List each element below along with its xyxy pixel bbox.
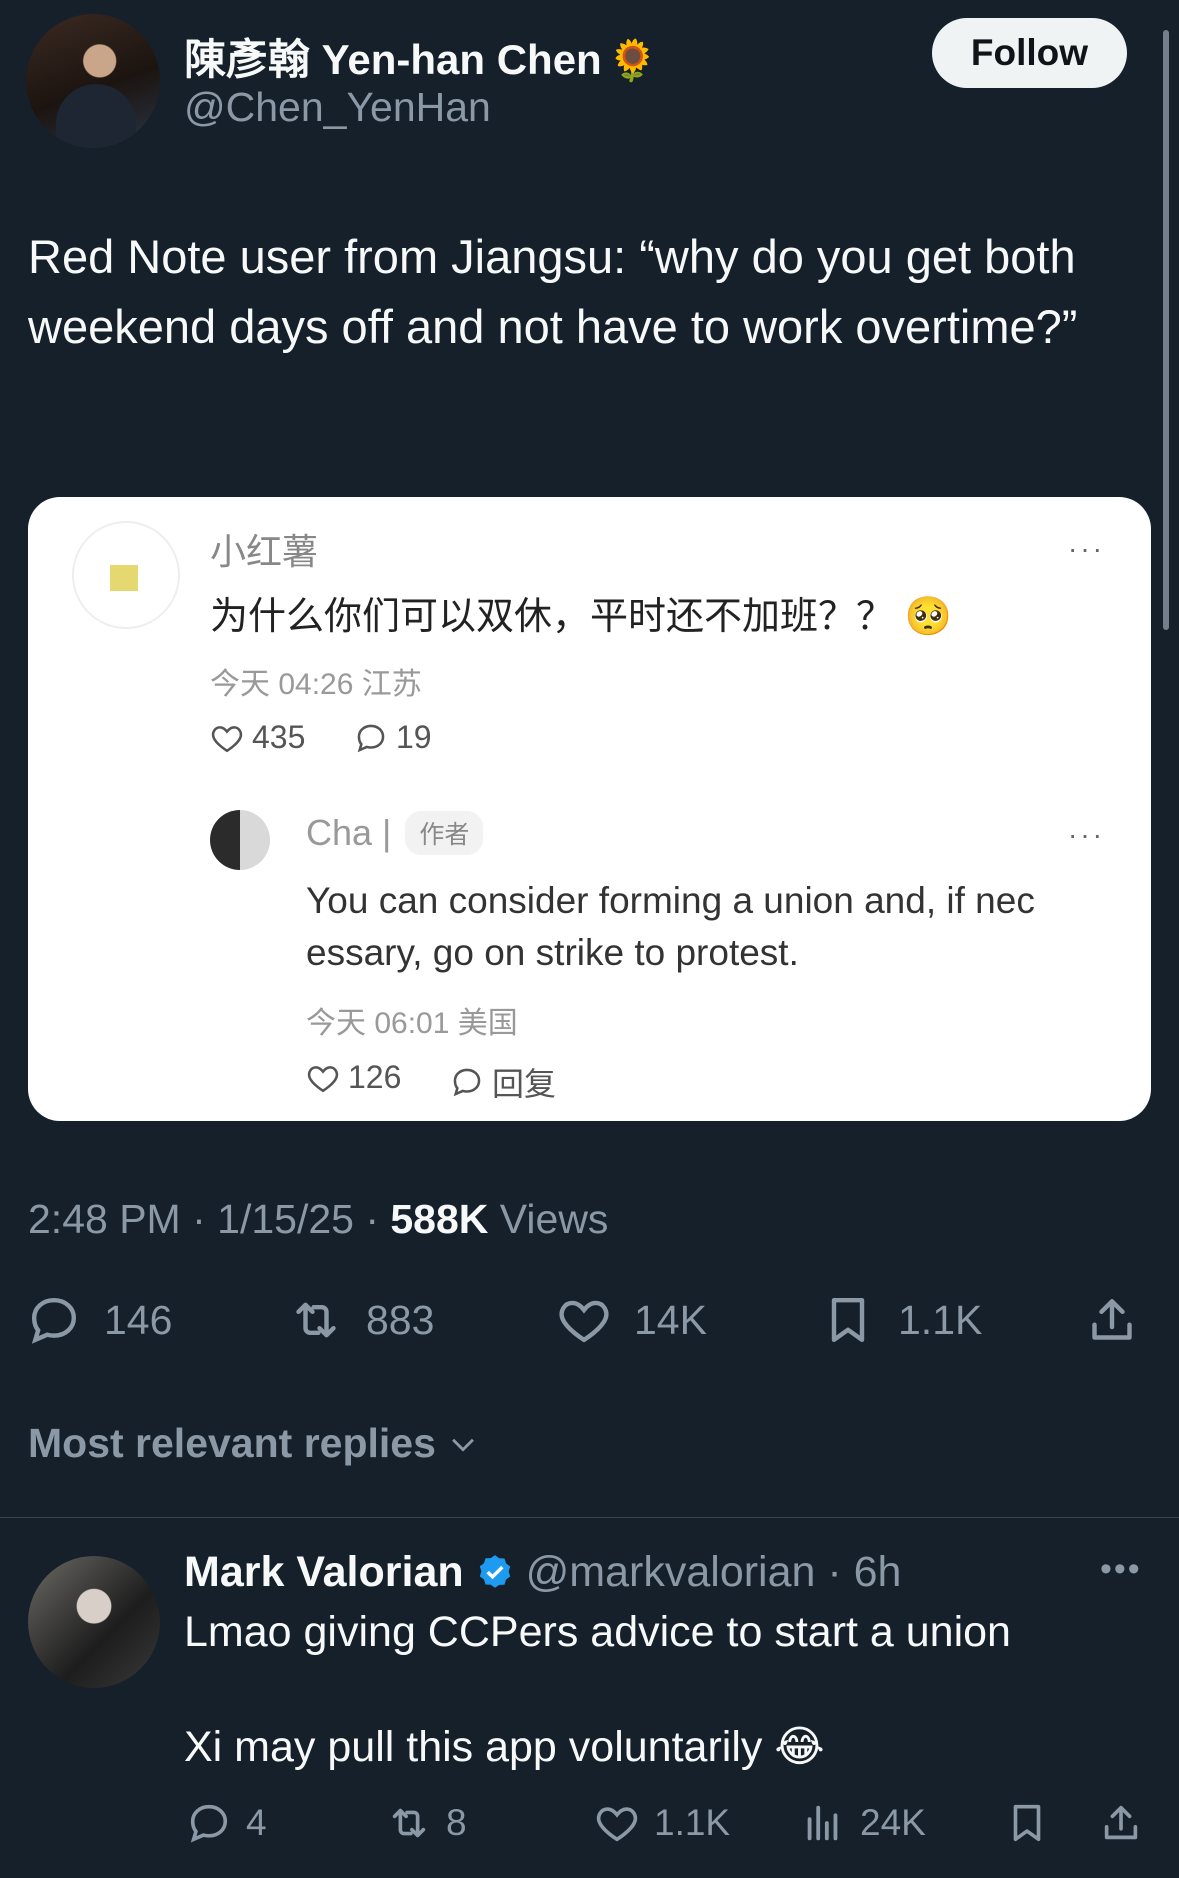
comment-meta: 今天 04:26 江苏 (210, 668, 422, 701)
views-count: 588K (390, 1196, 489, 1242)
comment-icon (357, 724, 385, 752)
heart-icon (211, 725, 243, 752)
pleading-emoji: 🥺 (904, 596, 952, 638)
verified-badge-icon (479, 1554, 510, 1588)
repost-icon (392, 1808, 426, 1838)
author-reply-like: 126 (306, 1059, 401, 1096)
reply-button[interactable]: 146 (26, 1292, 172, 1348)
repost-button[interactable]: 883 (288, 1292, 434, 1348)
follow-button[interactable]: Follow (932, 18, 1127, 88)
reply-avatar[interactable] (28, 1556, 160, 1688)
comment-icon (31, 1297, 77, 1344)
author-reply-meta: 今天 06:01 美国 (306, 1007, 518, 1040)
replies-sort-dropdown[interactable]: Most relevant replies (28, 1420, 480, 1467)
share-button[interactable] (1084, 1292, 1140, 1348)
like-button[interactable]: 14K (556, 1292, 707, 1348)
tweet-text: Red Note user from Jiangsu: “why do you … (28, 230, 1078, 353)
commenter-avatar (72, 521, 180, 629)
author-handle[interactable]: @Chen_YenHan (184, 84, 491, 131)
reply-views-button[interactable]: 24K (800, 1800, 926, 1846)
divider (0, 1517, 1179, 1518)
author-tag: 作者 (405, 811, 484, 855)
reply-handle-time: @markvalorian · 6h (525, 1548, 902, 1596)
share-icon (1104, 1805, 1138, 1840)
author-name[interactable]: 陳彥翰 Yen-han Chen 🌻 (184, 26, 658, 87)
author-reply-reply: 回复 (450, 1059, 556, 1105)
repost-icon (296, 1302, 336, 1338)
comment-text: 为什么你们可以双休，平时还不加班？？ 🥺 (210, 596, 952, 638)
author-avatar[interactable] (26, 14, 160, 148)
author-reply-text: You can consider forming a union and, if… (306, 880, 1035, 973)
heart-icon (307, 1065, 339, 1092)
heart-icon (596, 1807, 638, 1842)
tweet-meta: 2:48 PM · 1/15/25 · 588K Views (28, 1196, 609, 1242)
reply-reply-button[interactable]: 4 (186, 1800, 267, 1846)
heart-icon (559, 1300, 609, 1343)
reply-text-line2: Xi may pull this app voluntarily 😂 (184, 1723, 825, 1771)
more-icon: ··· (1068, 819, 1105, 850)
reply-like-button[interactable]: 1.1K (594, 1800, 730, 1846)
reply-repost-button[interactable]: 8 (386, 1800, 467, 1846)
comment-replies: 19 (354, 719, 432, 756)
more-icon: ··· (1068, 533, 1105, 564)
reply-share-button[interactable] (1098, 1800, 1144, 1846)
bookmark-icon (1013, 1804, 1041, 1842)
analytics-icon (807, 1805, 838, 1841)
tweet-time[interactable]: 2:48 PM (28, 1196, 181, 1242)
bookmark-icon (831, 1297, 865, 1343)
author-reply-name: Cha | 作者 (306, 811, 484, 855)
chevron-down-icon (451, 1438, 474, 1452)
more-icon[interactable]: ••• (1100, 1550, 1142, 1589)
comment-icon (190, 1804, 228, 1843)
reply-author[interactable]: Mark Valorian @markvalorian · 6h (184, 1548, 901, 1597)
views-label: Views (499, 1196, 609, 1242)
tweet-date[interactable]: 1/15/25 (217, 1196, 354, 1242)
sunflower-emoji: 🌻 (607, 39, 658, 83)
commenter-name: 小红薯 (210, 531, 319, 572)
comment-icon (453, 1068, 481, 1097)
tweet-image[interactable]: 小红薯 ··· 为什么你们可以双休，平时还不加班？？ 🥺 今天 04:26 江苏… (28, 497, 1151, 1121)
scrollbar[interactable] (1163, 30, 1169, 630)
author-reply-avatar (210, 810, 270, 870)
reply-bookmark-button[interactable] (1004, 1800, 1050, 1846)
comment-like: 435 (210, 719, 305, 756)
bookmark-button[interactable]: 1.1K (820, 1292, 982, 1348)
reply-text-line1: Lmao giving CCPers advice to start a uni… (184, 1608, 1011, 1656)
share-icon (1092, 1299, 1132, 1340)
